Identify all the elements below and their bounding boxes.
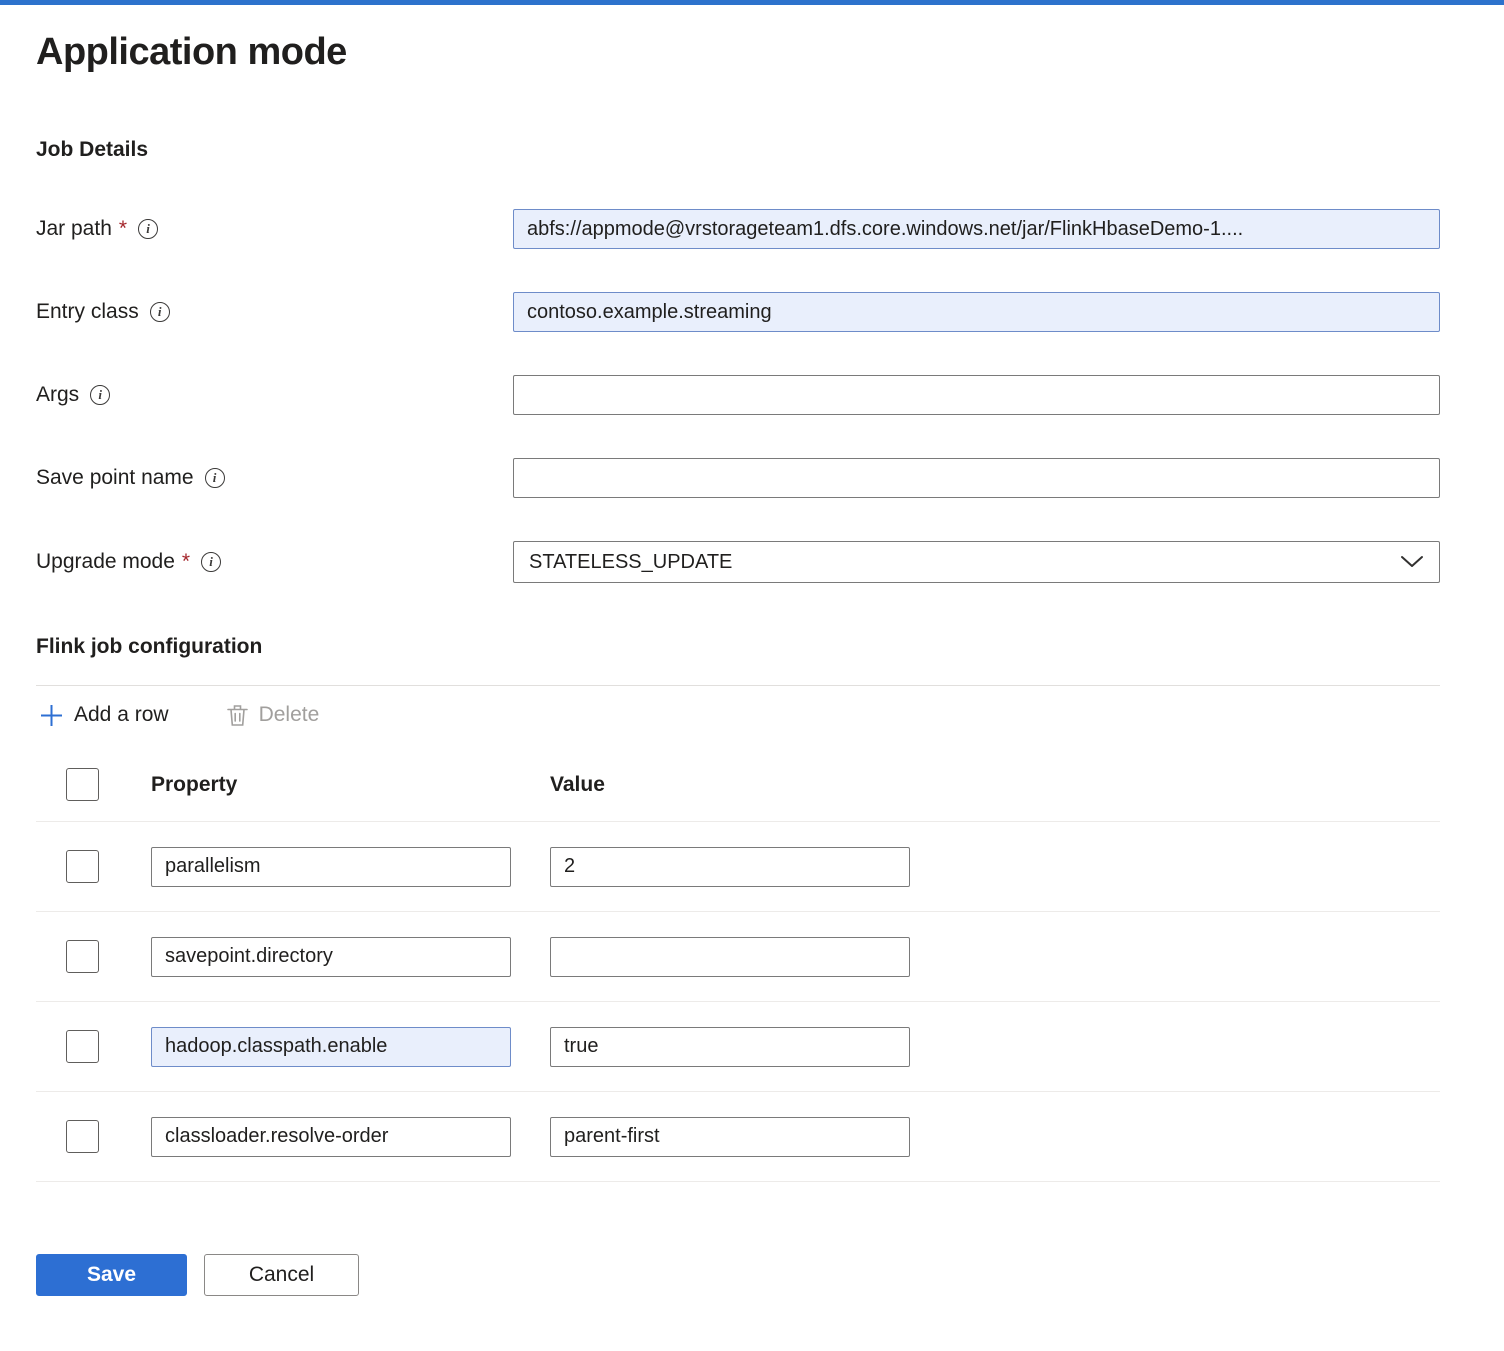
row-checkbox[interactable] (66, 1030, 99, 1063)
table-row (36, 1002, 1440, 1092)
info-icon[interactable] (138, 219, 159, 239)
flink-job-configuration-heading: Flink job configuration (36, 635, 263, 658)
chevron-down-icon (1401, 556, 1423, 567)
add-row-label: Add a row (74, 703, 169, 726)
row-checkbox[interactable] (66, 850, 99, 883)
row-checkbox[interactable] (66, 1120, 99, 1153)
page-title: Application mode (36, 31, 347, 73)
jar-path-label: Jar path * (36, 217, 513, 241)
footer-actions: Save Cancel (36, 1254, 1440, 1296)
field-upgrade-mode: Upgrade mode * STATELESS_UPDATE (36, 541, 1440, 583)
required-asterisk: * (181, 550, 191, 573)
entry-class-label: Entry class (36, 300, 513, 324)
save-point-name-label-text: Save point name (36, 466, 194, 489)
args-label-text: Args (36, 383, 80, 406)
args-label: Args (36, 383, 513, 407)
table-header-row: Property Value (36, 742, 1440, 822)
args-input[interactable] (513, 375, 1440, 415)
info-icon[interactable] (90, 385, 111, 405)
property-column-header: Property (151, 772, 238, 796)
upgrade-mode-selected-value: STATELESS_UPDATE (529, 550, 733, 573)
upgrade-mode-dropdown[interactable]: STATELESS_UPDATE (513, 541, 1440, 583)
info-icon[interactable] (204, 468, 225, 488)
save-point-name-label: Save point name (36, 466, 513, 490)
field-entry-class: Entry class (36, 292, 1440, 332)
top-accent-bar (0, 0, 1504, 5)
delete-button[interactable]: Delete (223, 703, 324, 727)
entry-class-input[interactable] (513, 292, 1440, 332)
table-row (36, 1092, 1440, 1182)
save-point-name-input[interactable] (513, 458, 1440, 498)
jar-path-label-text: Jar path (36, 217, 112, 240)
table-row (36, 822, 1440, 912)
application-mode-panel: Application mode Job Details Jar path * … (0, 31, 1504, 1340)
trash-icon (226, 704, 248, 726)
field-args: Args (36, 375, 1440, 415)
table-toolbar: Add a row Delete (36, 685, 1440, 742)
value-column-header: Value (550, 772, 605, 796)
info-icon[interactable] (149, 302, 170, 322)
property-input[interactable] (151, 936, 511, 977)
plus-icon (41, 704, 62, 726)
value-input[interactable] (550, 936, 910, 977)
table-row (36, 912, 1440, 1002)
property-input[interactable] (151, 1026, 511, 1067)
row-checkbox[interactable] (66, 940, 99, 973)
save-button[interactable]: Save (36, 1254, 187, 1296)
value-input[interactable] (550, 1026, 910, 1067)
upgrade-mode-label: Upgrade mode * (36, 550, 513, 574)
jar-path-input[interactable] (513, 209, 1440, 249)
property-input[interactable] (151, 846, 511, 887)
delete-label: Delete (258, 703, 320, 726)
add-row-button[interactable]: Add a row (36, 703, 173, 727)
job-details-heading: Job Details (36, 138, 149, 161)
info-icon[interactable] (201, 552, 222, 572)
property-input[interactable] (151, 1116, 511, 1157)
field-jar-path: Jar path * (36, 209, 1440, 249)
value-input[interactable] (550, 1116, 910, 1157)
entry-class-label-text: Entry class (36, 300, 139, 323)
required-asterisk: * (118, 217, 128, 240)
upgrade-mode-label-text: Upgrade mode (36, 550, 175, 573)
field-save-point-name: Save point name (36, 458, 1440, 498)
cancel-button[interactable]: Cancel (204, 1254, 359, 1296)
value-input[interactable] (550, 846, 910, 887)
select-all-checkbox[interactable] (66, 768, 99, 801)
